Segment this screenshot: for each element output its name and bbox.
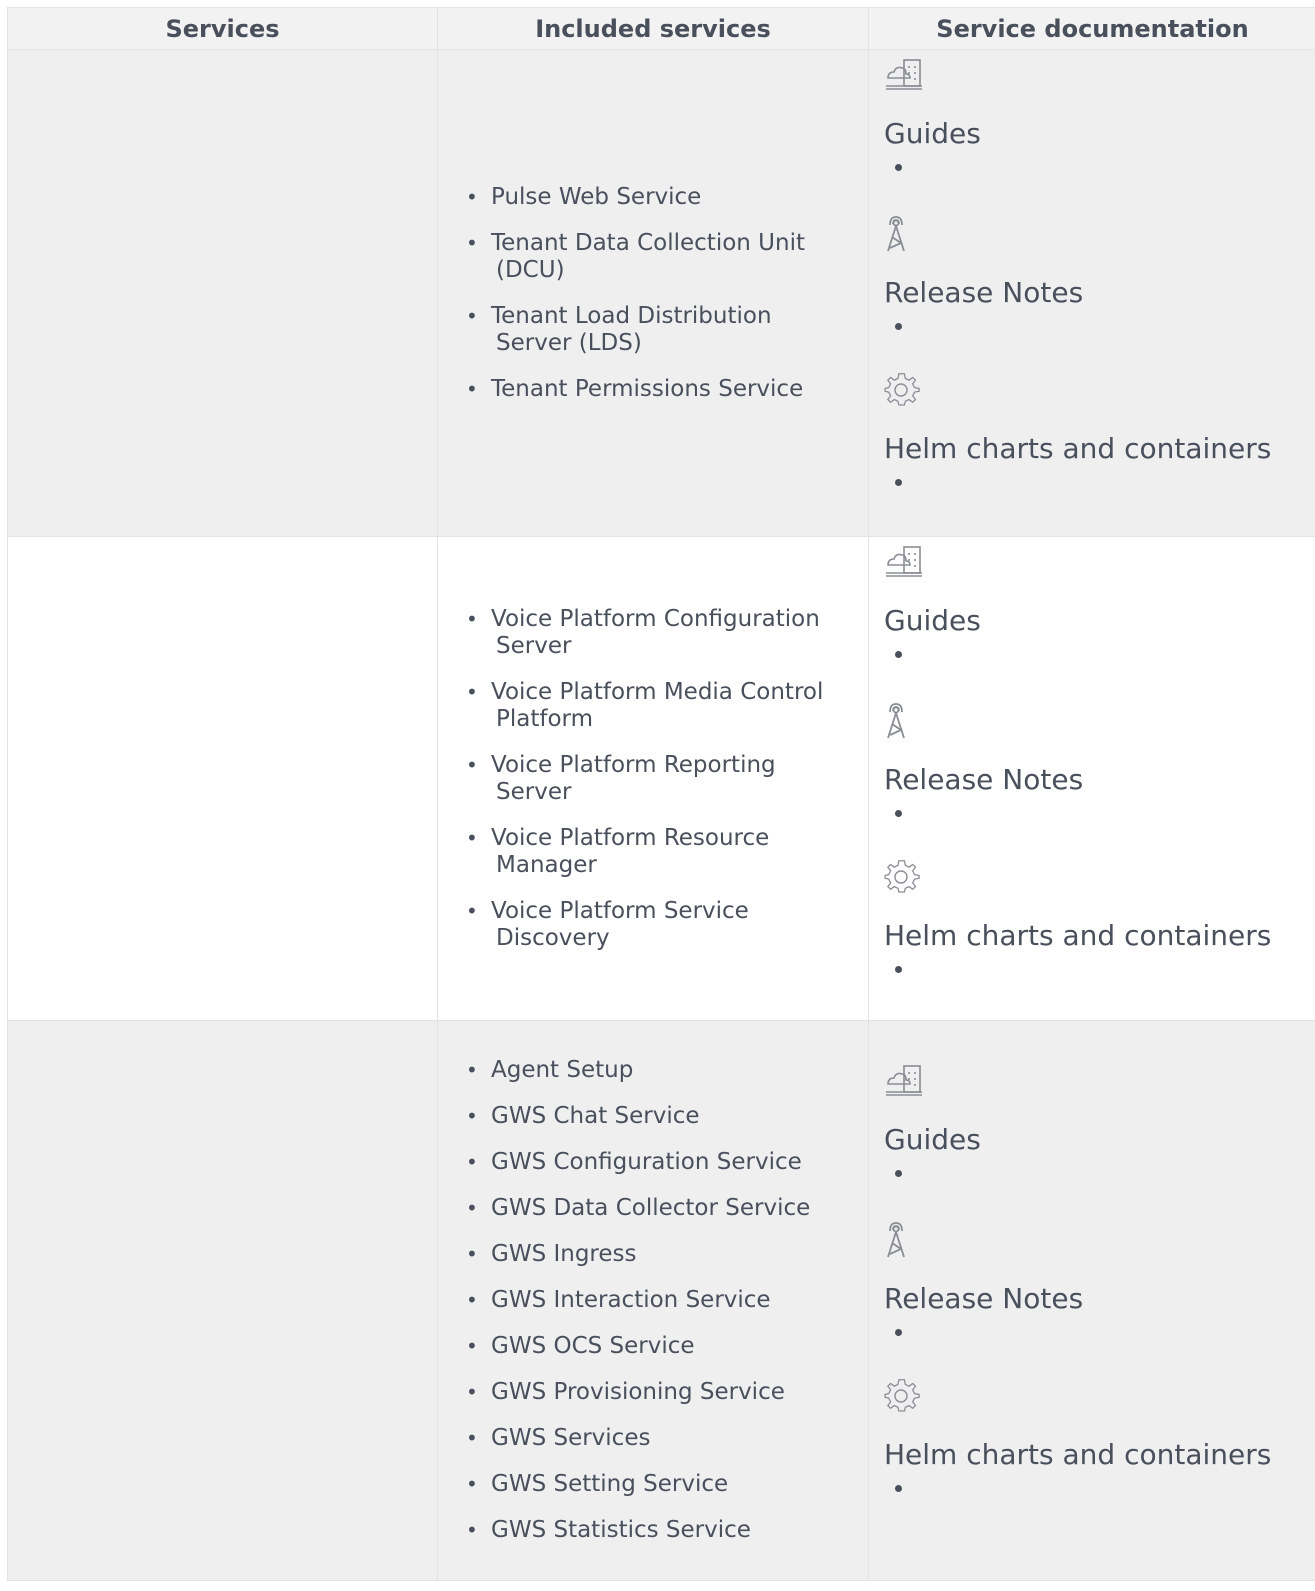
included-services-list: Agent Setup GWS Chat Service GWS Configura… [438,1057,868,1544]
list-item: GWS Provisioning Service [466,1379,868,1406]
list-item: GWS Chat Service [466,1103,868,1130]
antenna-tower-icon [884,215,1083,253]
empty-list-bullet [895,1329,902,1336]
doc-link-release-notes[interactable]: Release Notes [884,215,1083,330]
services-table: Services Included services Service docum… [7,7,1315,1581]
list-item: Tenant Load DistributionServer (LDS) [466,303,868,357]
included-services-cell: Agent Setup GWS Chat Service GWS Configura… [438,1021,869,1580]
services-cell [8,50,438,536]
empty-list-bullet [895,966,902,973]
list-item: Voice Platform ServiceDiscovery [466,898,868,952]
antenna-tower-icon [884,1221,1083,1259]
empty-list-bullet [895,323,902,330]
list-item: Voice Platform ReportingServer [466,752,868,806]
list-item: GWS Ingress [466,1241,868,1268]
empty-list-bullet [895,810,902,817]
list-item: GWS Data Collector Service [466,1195,868,1222]
gear-icon [884,858,1271,896]
list-item: GWS Configuration Service [466,1149,868,1176]
list-item: Tenant Permissions Service [466,376,868,403]
doc-link-release-notes[interactable]: Release Notes [884,702,1083,817]
header-services: Services [8,8,438,49]
table-row: Voice Platform ConfigurationServer Voice … [8,537,1315,1021]
empty-list-bullet [895,651,902,658]
list-item: Tenant Data Collection Unit(DCU) [466,230,868,284]
services-cell [8,1021,438,1580]
list-item: Pulse Web Service [466,184,868,211]
included-services-list: Pulse Web Service Tenant Data Collection … [438,184,868,403]
gear-icon [884,1377,1271,1415]
list-item: GWS Statistics Service [466,1517,868,1544]
antenna-tower-icon [884,702,1083,740]
building-cloud-icon [884,543,981,581]
doc-title[interactable]: Guides [884,605,981,637]
gear-icon [884,371,1271,409]
list-item: GWS Services [466,1425,868,1452]
building-cloud-icon [884,56,981,94]
building-cloud-icon [884,1062,981,1100]
doc-link-guides[interactable]: Guides [884,543,981,658]
doc-link-helm-charts-and-containers[interactable]: Helm charts and containers [884,371,1271,486]
list-item: Voice Platform ResourceManager [466,825,868,879]
empty-list-bullet [895,1485,902,1492]
included-services-list: Voice Platform ConfigurationServer Voice … [438,606,868,952]
doc-link-guides[interactable]: Guides [884,56,981,171]
doc-link-helm-charts-and-containers[interactable]: Helm charts and containers [884,858,1271,973]
list-item: GWS Setting Service [466,1471,868,1498]
list-item: Agent Setup [466,1057,868,1084]
doc-title[interactable]: Release Notes [884,764,1083,796]
header-included-services: Included services [438,8,869,49]
service-documentation-cell: Guides Release Notes Helm charts and conta… [869,537,1315,1020]
included-services-cell: Pulse Web Service Tenant Data Collection … [438,50,869,536]
doc-title[interactable]: Release Notes [884,277,1083,309]
empty-list-bullet [895,479,902,486]
doc-title[interactable]: Guides [884,118,981,150]
list-item: Voice Platform ConfigurationServer [466,606,868,660]
service-documentation-cell: Guides Release Notes Helm charts and conta… [869,1021,1315,1580]
header-service-documentation: Service documentation [936,14,1249,43]
list-item: GWS Interaction Service [466,1287,868,1314]
included-services-cell: Voice Platform ConfigurationServer Voice … [438,537,869,1020]
doc-title[interactable]: Helm charts and containers [884,433,1271,465]
doc-link-release-notes[interactable]: Release Notes [884,1221,1083,1336]
service-documentation-cell: Guides Release Notes Helm charts and conta… [869,50,1315,536]
empty-list-bullet [895,1170,902,1177]
list-item: Voice Platform Media ControlPlatform [466,679,868,733]
doc-title[interactable]: Helm charts and containers [884,1439,1271,1471]
doc-title[interactable]: Guides [884,1124,981,1156]
table-row: Agent Setup GWS Chat Service GWS Configura… [8,1021,1315,1581]
doc-link-guides[interactable]: Guides [884,1062,981,1177]
doc-title[interactable]: Release Notes [884,1283,1083,1315]
list-item: GWS OCS Service [466,1333,868,1360]
table-header: Services Included services Service docum… [8,7,1315,50]
doc-link-helm-charts-and-containers[interactable]: Helm charts and containers [884,1377,1271,1492]
table-row: Pulse Web Service Tenant Data Collection … [8,50,1315,537]
empty-list-bullet [895,164,902,171]
services-cell [8,537,438,1020]
doc-title[interactable]: Helm charts and containers [884,920,1271,952]
